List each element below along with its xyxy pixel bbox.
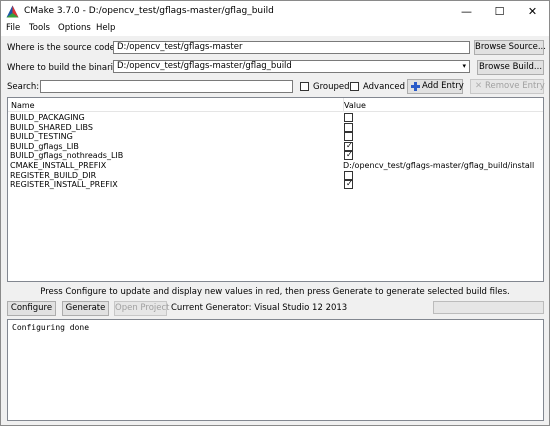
menu-file[interactable]: File bbox=[6, 23, 20, 33]
browse-build-button[interactable]: Browse Build... bbox=[477, 60, 544, 75]
grouped-label: Grouped bbox=[313, 82, 350, 92]
row-name: CMAKE_INSTALL_PREFIX bbox=[10, 161, 107, 170]
check-icon: ✓ bbox=[346, 140, 353, 150]
window-title: CMake 3.7.0 - D:/opencv_test/gflags-mast… bbox=[24, 6, 274, 16]
row-name: BUILD_gflags_LIB bbox=[10, 141, 79, 151]
build-path-value: D:/opencv_test/gflags-master/gflag_build bbox=[117, 61, 292, 71]
row-name: REGISTER_INSTALL_PREFIX bbox=[10, 180, 118, 190]
cmake-window: CMake 3.7.0 - D:/opencv_test/gflags-mast… bbox=[0, 0, 550, 426]
row-value-checkbox[interactable] bbox=[344, 113, 353, 122]
row-value-checkbox[interactable]: ✓ bbox=[344, 150, 353, 161]
table-row[interactable]: REGISTER_BUILD_DIR bbox=[8, 170, 543, 180]
menu-help[interactable]: Help bbox=[96, 23, 115, 33]
column-header-value[interactable]: Value bbox=[344, 101, 366, 110]
status-text: Press Configure to update and display ne… bbox=[40, 287, 510, 297]
advanced-checkbox[interactable] bbox=[350, 82, 359, 91]
close-button[interactable]: ✕ bbox=[516, 1, 549, 22]
current-generator-label: Current Generator: Visual Studio 12 2013 bbox=[171, 303, 348, 313]
table-row[interactable]: BUILD_TESTING bbox=[8, 132, 543, 142]
table-row[interactable]: BUILD_SHARED_LIBS bbox=[8, 122, 543, 132]
cmake-logo-icon bbox=[6, 5, 19, 18]
output-log[interactable]: Configuring done bbox=[7, 319, 544, 421]
minimize-button[interactable]: — bbox=[450, 1, 483, 22]
search-label: Search: bbox=[7, 82, 40, 92]
search-input[interactable] bbox=[40, 80, 293, 93]
table-row[interactable]: BUILD_PACKAGING bbox=[8, 113, 543, 122]
row-value-text[interactable]: D:/opencv_test/gflags-master/gflag_build… bbox=[343, 161, 534, 170]
remove-entry-label: Remove Entry bbox=[485, 81, 545, 91]
browse-source-button[interactable]: Browse Source... bbox=[474, 40, 546, 55]
open-project-button[interactable]: Open Project bbox=[114, 301, 170, 316]
row-name: BUILD_gflags_nothreads_LIB bbox=[10, 151, 124, 161]
header-separator bbox=[8, 111, 543, 112]
remove-entry-button[interactable]: ✕ Remove Entry bbox=[470, 79, 545, 94]
menu-options[interactable]: Options bbox=[58, 23, 91, 33]
row-value-checkbox[interactable]: ✓ bbox=[344, 179, 353, 190]
row-name: BUILD_SHARED_LIBS bbox=[10, 122, 93, 132]
table-row[interactable]: BUILD_gflags_LIB ✓ bbox=[8, 140, 543, 151]
row-name: BUILD_PACKAGING bbox=[10, 113, 85, 122]
add-entry-button[interactable]: Add Entry bbox=[407, 79, 464, 94]
plus-icon bbox=[411, 82, 420, 91]
build-label: Where to build the binaries: bbox=[7, 63, 126, 73]
check-icon: ✓ bbox=[346, 179, 353, 189]
table-row[interactable]: REGISTER_INSTALL_PREFIX ✓ bbox=[8, 179, 543, 190]
build-path-combo[interactable]: D:/opencv_test/gflags-master/gflag_build… bbox=[113, 60, 470, 73]
add-entry-label: Add Entry bbox=[422, 81, 464, 91]
configure-button[interactable]: Configure bbox=[7, 301, 56, 316]
advanced-label: Advanced bbox=[363, 82, 405, 92]
source-path-input[interactable]: D:/opencv_test/gflags-master bbox=[113, 41, 470, 54]
row-name: BUILD_TESTING bbox=[10, 132, 73, 142]
grouped-checkbox[interactable] bbox=[300, 82, 309, 91]
title-bar: CMake 3.7.0 - D:/opencv_test/gflags-mast… bbox=[1, 1, 549, 22]
cache-table[interactable]: Name Value BUILD_PACKAGING BUILD_SHARED_L… bbox=[7, 97, 544, 282]
table-row[interactable]: BUILD_gflags_nothreads_LIB ✓ bbox=[8, 150, 543, 161]
source-label: Where is the source code: bbox=[7, 43, 118, 53]
remove-icon: ✕ bbox=[475, 81, 483, 91]
row-name: REGISTER_BUILD_DIR bbox=[10, 170, 97, 180]
progress-bar bbox=[433, 301, 544, 314]
row-value-checkbox[interactable] bbox=[344, 122, 353, 132]
maximize-button[interactable]: ☐ bbox=[483, 1, 516, 22]
check-icon: ✓ bbox=[346, 150, 353, 160]
menu-tools[interactable]: Tools bbox=[29, 23, 50, 33]
generate-button[interactable]: Generate bbox=[62, 301, 109, 316]
column-header-name[interactable]: Name bbox=[11, 101, 35, 110]
table-row[interactable]: CMAKE_INSTALL_PREFIX D:/opencv_test/gflag… bbox=[8, 161, 543, 170]
chevron-down-icon[interactable]: ▾ bbox=[462, 61, 466, 72]
menu-bar: File Tools Options Help bbox=[1, 22, 549, 36]
